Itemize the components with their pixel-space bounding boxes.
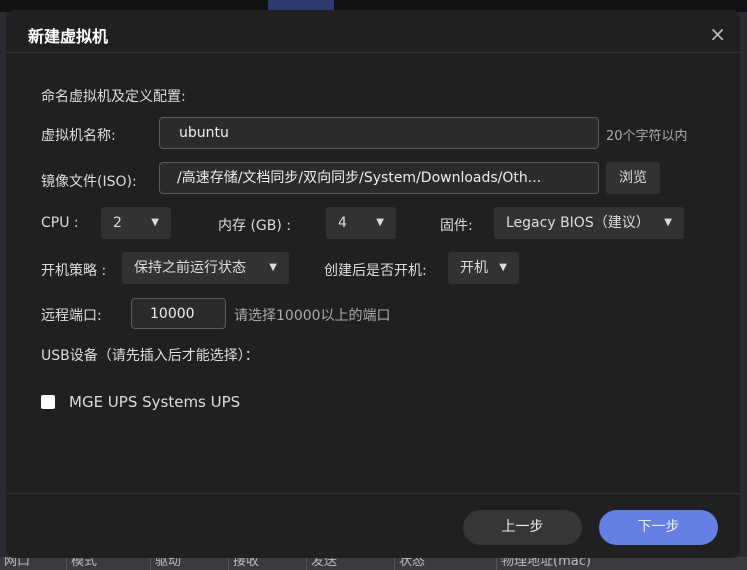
col: 驱动 bbox=[150, 557, 228, 570]
memory-label: 内存 (GB) : bbox=[218, 218, 291, 234]
browse-button[interactable]: 浏览 bbox=[606, 162, 660, 194]
col: 状态 bbox=[394, 557, 496, 570]
firmware-value: Legacy BIOS（建议） bbox=[506, 215, 650, 231]
chevron-down-icon: ▼ bbox=[499, 262, 507, 273]
cpu-select[interactable]: 2 ▼ bbox=[101, 207, 171, 239]
col: 物理地址(mac) bbox=[496, 557, 636, 570]
memory-select[interactable]: 4 ▼ bbox=[326, 207, 396, 239]
port-label: 远程端口: bbox=[41, 308, 102, 324]
iso-label: 镜像文件(ISO): bbox=[41, 174, 137, 190]
new-vm-dialog: 新建虚拟机 × 命名虚拟机及定义配置: 虚拟机名称: ubuntu 20个字符以… bbox=[6, 10, 740, 558]
chevron-down-icon: ▼ bbox=[151, 217, 159, 228]
start-after-create-label: 创建后是否开机: bbox=[324, 263, 427, 279]
chevron-down-icon: ▼ bbox=[664, 217, 672, 228]
boot-policy-label: 开机策略 : bbox=[41, 263, 107, 279]
col: 模式 bbox=[66, 557, 150, 570]
footer-divider bbox=[6, 493, 740, 494]
port-hint: 请选择10000以上的端口 bbox=[234, 308, 391, 324]
start-value: 开机 bbox=[460, 260, 488, 276]
dialog-title: 新建虚拟机 bbox=[28, 27, 109, 46]
close-icon[interactable]: × bbox=[709, 22, 726, 46]
firmware-select[interactable]: Legacy BIOS（建议） ▼ bbox=[494, 207, 684, 239]
name-hint: 20个字符以内 bbox=[606, 129, 688, 144]
cpu-value: 2 bbox=[113, 215, 122, 231]
firmware-label: 固件: bbox=[440, 218, 473, 234]
col: 网口 bbox=[4, 557, 31, 569]
usb-device-label: MGE UPS Systems UPS bbox=[69, 393, 241, 411]
boot-policy-select[interactable]: 保持之前运行状态 ▼ bbox=[122, 252, 289, 284]
name-label: 虚拟机名称: bbox=[41, 128, 116, 144]
memory-value: 4 bbox=[338, 215, 347, 231]
col: 接收 bbox=[228, 557, 306, 570]
chevron-down-icon: ▼ bbox=[376, 217, 384, 228]
usb-device-checkbox[interactable] bbox=[41, 395, 55, 409]
section-label: 命名虚拟机及定义配置: bbox=[41, 89, 186, 105]
port-input[interactable]: 10000 bbox=[131, 298, 226, 329]
start-after-create-select[interactable]: 开机 ▼ bbox=[448, 252, 519, 284]
chevron-down-icon: ▼ bbox=[269, 262, 277, 273]
prev-button[interactable]: 上一步 bbox=[463, 510, 582, 545]
boot-policy-value: 保持之前运行状态 bbox=[134, 260, 246, 276]
background-table-header: 网口 模式 驱动 接收 发送 状态 物理地址(mac) bbox=[0, 557, 747, 570]
iso-input[interactable]: /高速存储/文档同步/双向同步/System/Downloads/Oth... bbox=[159, 162, 599, 194]
usb-label: USB设备（请先插入后才能选择）： bbox=[41, 348, 259, 364]
cpu-label: CPU : bbox=[41, 215, 79, 231]
next-button[interactable]: 下一步 bbox=[599, 510, 718, 545]
vm-name-input[interactable]: ubuntu bbox=[159, 117, 599, 149]
col: 发送 bbox=[306, 557, 394, 570]
